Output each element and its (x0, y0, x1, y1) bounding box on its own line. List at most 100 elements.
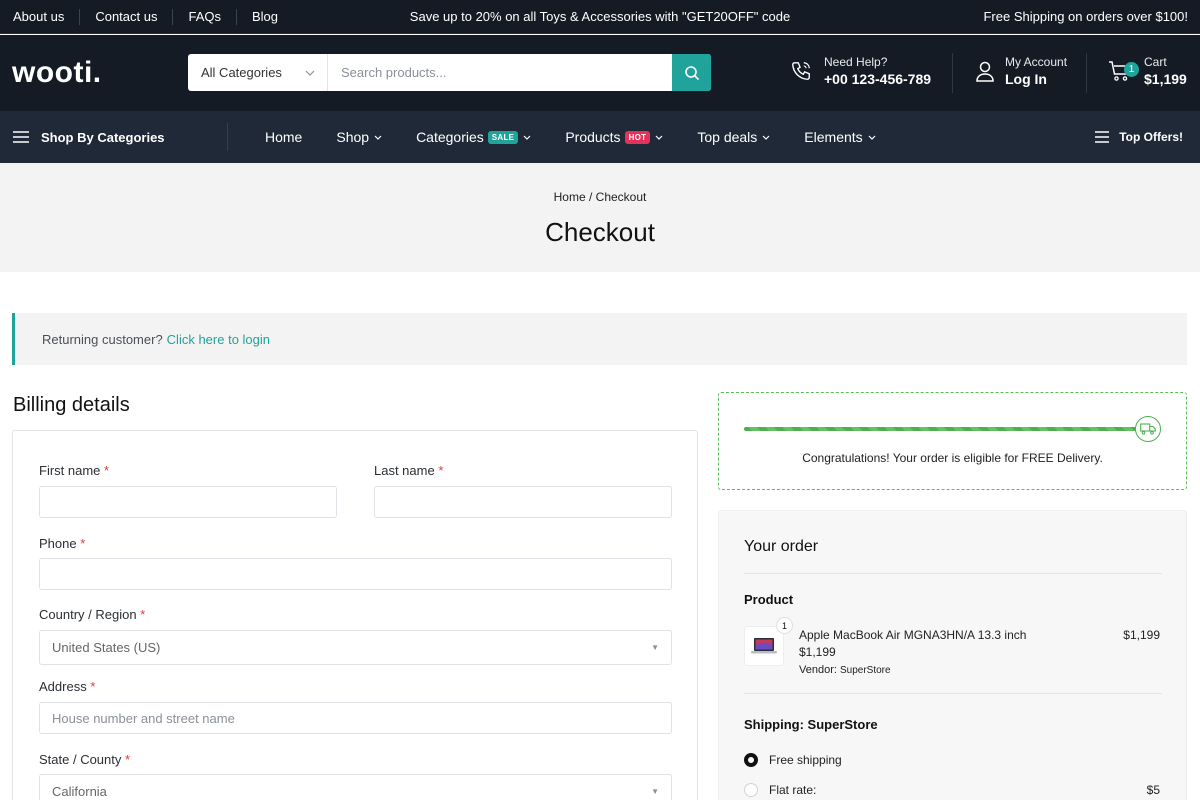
breadcrumb[interactable]: Home / Checkout (0, 190, 1200, 204)
sale-badge: SALE (487, 130, 519, 144)
order-summary: Your order Product 1 Apple MacBook Air M… (718, 510, 1187, 800)
first-name-field[interactable] (39, 486, 337, 518)
address-label: Address * (39, 679, 96, 694)
top-bar: About us Contact us FAQs Blog Save up to… (0, 0, 1200, 34)
radio-unselected[interactable] (744, 783, 758, 797)
category-select-value: All Categories (201, 65, 282, 80)
free-delivery-message: Congratulations! Your order is eligible … (802, 451, 1103, 465)
page-header: Home / Checkout Checkout (0, 163, 1200, 272)
help-label: Need Help? (824, 55, 888, 69)
nav-categories-label: Categories (416, 129, 484, 145)
account-label: My Account (1005, 55, 1068, 69)
search-icon (684, 65, 699, 80)
shipping-option-free[interactable]: Free shipping (744, 753, 842, 767)
nav-products-label: Products (565, 129, 621, 145)
divider (952, 53, 953, 93)
shop-by-categories-button[interactable]: Shop By Categories (13, 111, 165, 163)
product-vendor: Vendor: SuperStore (799, 664, 891, 676)
address-field[interactable]: House number and street name (39, 702, 672, 734)
billing-heading: Billing details (13, 394, 130, 416)
last-name-field[interactable] (374, 486, 672, 518)
main-nav: Shop By Categories Home Shop Categories … (0, 111, 1200, 163)
state-value: California (52, 784, 107, 799)
chevron-down-icon (305, 70, 315, 76)
nav-elements-label: Elements (804, 129, 863, 145)
page-title: Checkout (545, 217, 655, 247)
country-label: Country / Region * (39, 607, 146, 622)
divider (744, 693, 1162, 694)
promo-text: Save up to 20% on all Toys & Accessories… (409, 9, 791, 24)
state-select[interactable]: California ▼ (39, 774, 672, 800)
chevron-down-icon (655, 135, 663, 140)
shop-by-label: Shop By Categories (41, 129, 165, 145)
divider (1086, 53, 1087, 93)
billing-form: First name * Last name * Phone * Country… (12, 430, 698, 800)
top-links: About us Contact us FAQs Blog (0, 8, 293, 25)
login-link[interactable]: Click here to login (167, 332, 270, 347)
returning-customer-notice: Returning customer? Click here to login (12, 313, 1187, 365)
about-link[interactable]: About us (13, 9, 79, 25)
state-label: State / County * (39, 752, 131, 767)
product-price: $1,199 (799, 645, 836, 659)
chevron-down-icon (374, 135, 382, 140)
login-label: Log In (1005, 71, 1047, 87)
nav-products[interactable]: Products HOT (565, 129, 663, 145)
divider (227, 123, 228, 151)
free-delivery-notice: Congratulations! Your order is eligible … (718, 392, 1187, 490)
product-name[interactable]: Apple MacBook Air MGNA3HN/A 13.3 inch (799, 628, 1026, 642)
address-placeholder: House number and street name (52, 710, 235, 726)
product-thumbnail[interactable] (744, 626, 784, 666)
category-select[interactable]: All Categories (188, 54, 328, 91)
nav-shop-label: Shop (336, 129, 370, 145)
phone-label: Phone * (39, 536, 86, 551)
search-input[interactable] (328, 54, 672, 91)
phone-icon (792, 62, 810, 80)
product-total: $1,199 (1123, 628, 1160, 642)
account-link[interactable]: My Account Log In (975, 55, 1067, 87)
nav-elements[interactable]: Elements (804, 129, 876, 145)
divider (744, 573, 1162, 574)
top-offers-label: Top Offers! (1119, 130, 1183, 144)
delivery-progress-bar (744, 427, 1139, 431)
shipping-heading: Shipping: SuperStore (744, 717, 878, 732)
chevron-down-icon (762, 135, 770, 140)
laptop-icon (751, 638, 777, 654)
shipping-notice: Free Shipping on orders over $100! (983, 9, 1188, 24)
vendor-label: Vendor: (799, 664, 837, 676)
chevron-down-icon (523, 135, 531, 140)
radio-selected[interactable] (744, 753, 758, 767)
blog-link[interactable]: Blog (236, 8, 293, 25)
user-icon (976, 61, 994, 82)
help-contact[interactable]: Need Help? +00 123-456-789 (790, 55, 931, 87)
search-button[interactable] (672, 54, 711, 91)
faqs-link[interactable]: FAQs (172, 8, 236, 25)
cart-button[interactable]: 1 Cart $1,199 (1108, 55, 1187, 87)
nav-home-label: Home (265, 129, 303, 145)
free-shipping-label: Free shipping (769, 753, 842, 767)
shipping-option-flat[interactable]: Flat rate: (744, 783, 816, 797)
truck-icon (1135, 416, 1161, 442)
country-select[interactable]: United States (US) ▼ (39, 630, 672, 665)
vendor-name: SuperStore (839, 665, 891, 676)
search-bar: All Categories (188, 54, 711, 91)
last-name-label: Last name * (374, 463, 444, 478)
hot-badge: HOT (624, 130, 651, 144)
logo[interactable]: wooti. (12, 56, 102, 90)
caret-down-icon: ▼ (651, 787, 659, 796)
flat-rate-price: $5 (1146, 783, 1160, 797)
cart-total: $1,199 (1144, 71, 1187, 87)
top-offers-button[interactable]: Top Offers! (1095, 111, 1183, 163)
nav-top-deals[interactable]: Top deals (697, 129, 770, 145)
returning-text: Returning customer? (42, 331, 163, 347)
chevron-down-icon (868, 135, 876, 140)
contact-link[interactable]: Contact us (79, 8, 172, 25)
order-heading: Your order (744, 538, 819, 555)
nav-shop[interactable]: Shop (336, 129, 382, 145)
nav-categories[interactable]: Categories SALE (416, 129, 531, 145)
menu: Home Shop Categories SALE Products HOT T… (265, 111, 910, 163)
phone-field[interactable] (39, 558, 672, 590)
product-heading: Product (744, 592, 794, 607)
quantity-badge: 1 (776, 617, 793, 634)
country-value: United States (US) (52, 640, 161, 655)
nav-home[interactable]: Home (265, 129, 302, 145)
